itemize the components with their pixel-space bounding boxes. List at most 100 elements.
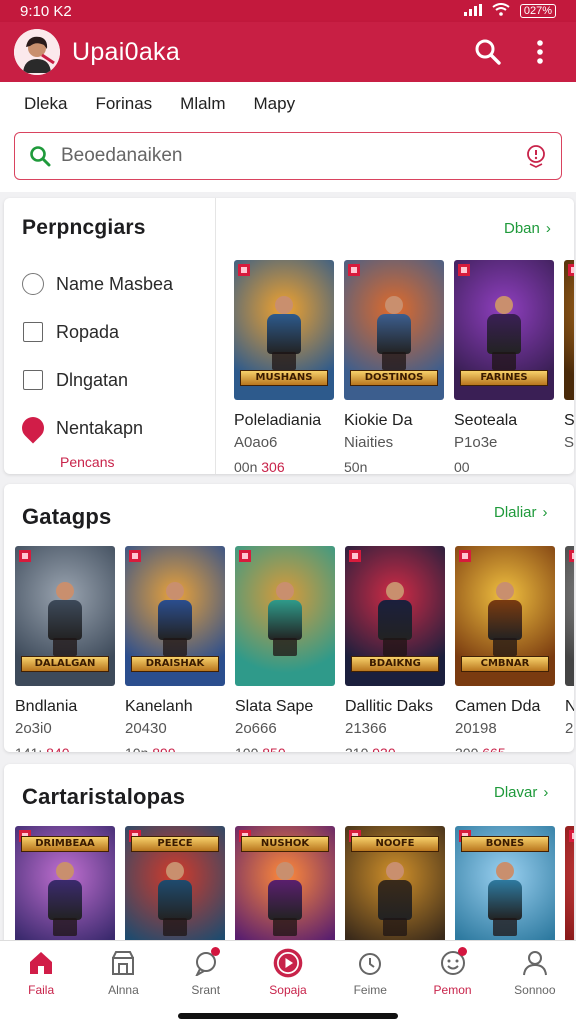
see-all-link[interactable]: Dlavar › [494, 784, 548, 801]
bottom-nav-item[interactable]: Pemon [411, 941, 493, 1024]
game-cover-image[interactable]: DALALGAN [15, 546, 115, 686]
more-vertical-icon [537, 40, 543, 64]
game-tile[interactable]: Slata Sape 2o666 100 850 [235, 546, 335, 752]
game-title: Camen Dda [455, 698, 541, 715]
bottom-nav-label: Alnna [108, 983, 139, 997]
bottom-nav-item[interactable]: Sopaja [247, 941, 329, 1024]
bottom-nav-item[interactable]: Alnna [82, 941, 164, 1024]
badge-icon [569, 830, 574, 842]
location-pin-icon[interactable] [17, 412, 49, 444]
chevron-right-icon: › [545, 220, 551, 237]
game-cover-image[interactable]: DOSTINOS [344, 260, 444, 400]
price-base: 310 [345, 745, 368, 752]
checkbox-icon[interactable] [23, 370, 43, 390]
game-subtitle: Niaities [344, 434, 394, 451]
game-tile[interactable]: PEECE [125, 826, 225, 954]
game-cover-image[interactable]: NOOFE [345, 826, 445, 954]
bottom-nav-item[interactable]: Feime [329, 941, 411, 1024]
bottom-nav-label: Sopaja [269, 983, 307, 997]
top-nav-item[interactable]: Forinas [95, 94, 152, 114]
game-tile[interactable]: BDAIKNG Dallitic Daks 21366 310 930 [345, 546, 445, 752]
more-menu-button[interactable] [518, 30, 562, 74]
game-cover-image[interactable]: CMBNAR [455, 546, 555, 686]
figure-body [378, 880, 412, 920]
avatar[interactable] [14, 29, 60, 75]
game-cover-image[interactable]: DRIMBEAA [15, 826, 115, 954]
notification-dot [457, 947, 467, 956]
game-tile[interactable]: BONES [455, 826, 555, 954]
game-cover-image[interactable]: FARINES [454, 260, 554, 400]
cover-title: DALALGAN [21, 656, 109, 672]
game-cover-image[interactable]: DRAISHAK [125, 546, 225, 686]
figure-body [158, 880, 192, 920]
cover-title: DOSTINOS [350, 370, 438, 386]
bottom-nav-item[interactable]: Srant [165, 941, 247, 1024]
figure-legs [382, 352, 406, 370]
profile-icon [519, 947, 551, 979]
bottom-nav-label: Sonnoo [514, 983, 556, 997]
badge-icon [459, 550, 471, 562]
game-tile[interactable]: DOSTINOS Kiokie Da Niaities 50n [344, 260, 444, 474]
bottom-nav-label: Faila [28, 983, 55, 997]
game-title: Bndlania [15, 698, 78, 715]
top-nav-item[interactable]: Dleka [24, 94, 67, 114]
search-button[interactable] [466, 30, 510, 74]
figure-legs [383, 918, 407, 936]
search-area [0, 126, 576, 192]
game-tile[interactable]: MUSHANS Poleladiania A0ao6 00n 306 [234, 260, 334, 474]
game-tile[interactable]: NUSHOK [235, 826, 335, 954]
character-figure [44, 862, 86, 936]
checkbox-icon[interactable] [23, 322, 43, 342]
game-cover-image[interactable] [565, 546, 574, 686]
game-cover-image[interactable] [564, 260, 574, 400]
figure-legs [383, 638, 407, 656]
game-cover-image[interactable]: PEECE [125, 826, 225, 954]
see-all-link[interactable]: Dlaliar › [494, 504, 548, 521]
search-input[interactable] [61, 145, 515, 167]
home-icon [25, 947, 57, 979]
game-subtitle: 2o3i0 [15, 720, 52, 737]
game-tile[interactable] [565, 826, 574, 954]
game-tile[interactable]: DRAISHAK Kanelanh 20430 10n 899 [125, 546, 225, 752]
filter-option[interactable]: Ropada [22, 308, 197, 356]
top-nav-item[interactable]: Mlalm [180, 94, 225, 114]
game-tile[interactable]: DRIMBEAA [15, 826, 115, 954]
game-tile[interactable]: CMBNAR Camen Dda 20198 300 665 [455, 546, 555, 752]
game-cover-image[interactable] [565, 826, 574, 954]
filter-option[interactable]: Name Masbea [22, 260, 197, 308]
figure-body [267, 314, 301, 354]
game-subtitle: 20430 [125, 720, 167, 737]
chevron-right-icon: › [543, 784, 549, 801]
bottom-nav-item[interactable]: Faila [0, 941, 82, 1024]
game-cover-image[interactable]: NUSHOK [235, 826, 335, 954]
game-tile[interactable]: DALALGAN Bndlania 2o3i0 141: 840 [15, 546, 115, 752]
bottom-nav-item[interactable]: Sonnoo [494, 941, 576, 1024]
game-tile[interactable]: Na 2 [565, 546, 574, 752]
filter-option[interactable]: Dlngatan [22, 356, 197, 404]
cover-title: PEECE [131, 836, 219, 852]
bottom-nav: Faila Alnna Srant Sopaja Feime Pemon Sonnoo [0, 940, 576, 1024]
game-price: 00 [454, 459, 554, 474]
location-pin-icon[interactable] [525, 144, 547, 168]
figure-legs [273, 638, 297, 656]
price-highlight: 930 [368, 745, 395, 752]
game-cover-image[interactable]: BDAIKNG [345, 546, 445, 686]
top-nav-item[interactable]: Mapy [254, 94, 296, 114]
section-card: Cartaristalopas Dlavar › DRIMBEAA PEECE NU… [4, 764, 574, 954]
game-tile[interactable]: NOOFE [345, 826, 445, 954]
radio-icon[interactable] [22, 273, 44, 295]
figure-legs [163, 638, 187, 656]
badge-icon [239, 550, 251, 562]
chevron-right-icon: › [542, 504, 548, 521]
price-base: 141: [15, 745, 42, 752]
search-box[interactable] [14, 132, 562, 180]
filter-sublabel[interactable]: Pencans [60, 454, 197, 470]
game-tile[interactable]: Sti Sc [564, 260, 574, 474]
game-cover-image[interactable]: BONES [455, 826, 555, 954]
game-tile[interactable]: FARINES Seoteala P1o3e 00 [454, 260, 554, 474]
see-all-link[interactable]: Dban › [504, 220, 551, 237]
game-cover-image[interactable] [235, 546, 335, 686]
game-cover-image[interactable]: MUSHANS [234, 260, 334, 400]
filter-option[interactable]: Nentakapn [17, 404, 197, 452]
figure-legs [53, 638, 77, 656]
